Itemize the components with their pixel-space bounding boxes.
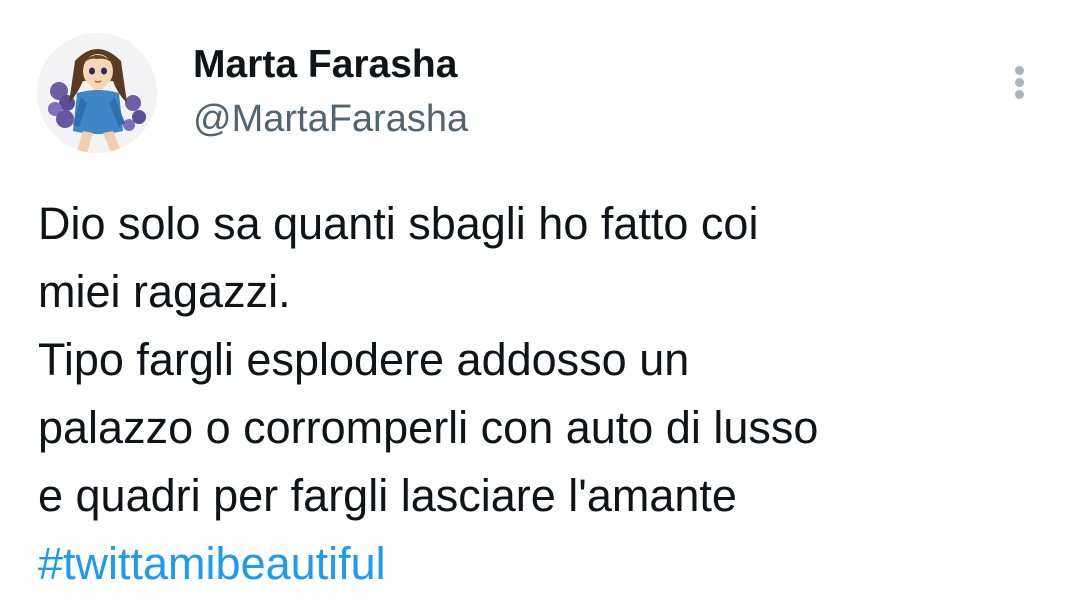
tweet-text-line: e quadri per fargli lasciare l'amante xyxy=(38,470,737,521)
tweet-text-line: Tipo fargli esplodere addosso un xyxy=(38,334,690,385)
more-options-button[interactable] xyxy=(1000,60,1040,104)
tweet-text: Dio solo sa quanti sbagli ho fatto coi m… xyxy=(38,190,1058,598)
tweet-text-line: miei ragazzi. xyxy=(38,266,291,317)
tweet-card: Marta Farasha @MartaFarasha Dio solo sa … xyxy=(0,0,1080,602)
author-avatar[interactable] xyxy=(37,33,157,153)
tweet-text-line: palazzo o corromperli con auto di lusso xyxy=(38,402,819,453)
author-handle[interactable]: @MartaFarasha xyxy=(193,96,468,142)
hashtag-link[interactable]: #twittamibeautiful xyxy=(38,538,386,589)
anime-girl-avatar-icon xyxy=(37,33,157,153)
author-display-name[interactable]: Marta Farasha xyxy=(193,42,457,88)
tweet-text-line: Dio solo sa quanti sbagli ho fatto coi xyxy=(38,198,759,249)
